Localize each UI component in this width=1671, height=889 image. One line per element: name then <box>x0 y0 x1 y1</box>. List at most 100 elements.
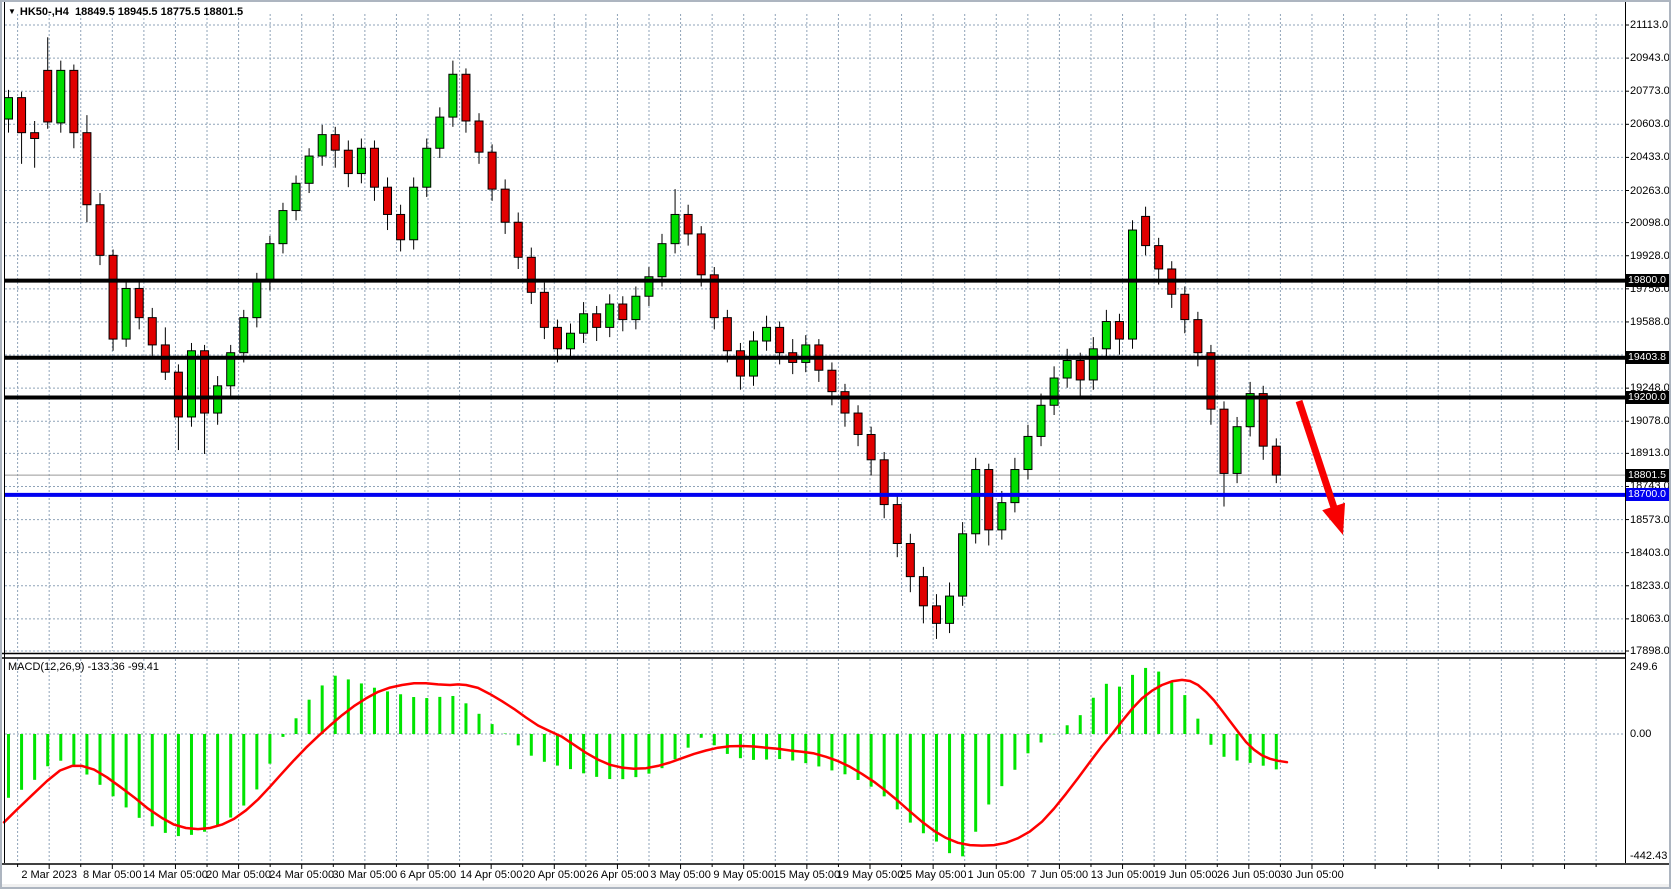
candle-down <box>985 470 993 530</box>
macd-histogram-bar <box>1236 734 1239 761</box>
macd-histogram-bar <box>229 734 232 818</box>
macd-histogram-bar <box>1223 734 1226 757</box>
macd-histogram-bar <box>1013 734 1016 770</box>
price-line-badge-19200: 19200.0 <box>1626 391 1671 404</box>
candle-down <box>44 70 52 122</box>
price-axis-label: 19928.0 <box>1630 250 1670 262</box>
macd-histogram-bar <box>1183 695 1186 734</box>
macd-histogram-bar <box>830 734 833 770</box>
macd-histogram-bar <box>974 734 977 832</box>
macd-histogram-bar <box>7 734 10 798</box>
candle-up <box>959 534 967 596</box>
macd-histogram-bar <box>464 703 467 734</box>
candle-up <box>1233 427 1241 474</box>
candle-down <box>841 392 849 413</box>
macd-histogram-bar <box>451 696 454 734</box>
candle-up <box>763 327 771 341</box>
macd-histogram-bar <box>595 734 598 777</box>
candle-down <box>1194 320 1202 353</box>
candle-down <box>854 413 862 434</box>
macd-histogram-bar <box>478 714 481 734</box>
macd-histogram-bar <box>20 734 23 790</box>
candle-down <box>96 205 104 256</box>
macd-histogram-bar <box>1157 672 1160 734</box>
macd-histogram-bar <box>46 734 49 766</box>
candle-down <box>174 372 182 417</box>
current-price-badge: 18801.5 <box>1626 469 1671 482</box>
macd-histogram-bar <box>33 734 36 780</box>
candle-up <box>946 596 954 623</box>
symbol-dropdown-icon[interactable]: ▼ <box>8 6 16 18</box>
macd-histogram-bar <box>1000 734 1003 786</box>
price-axis-label: 18573.0 <box>1630 514 1670 526</box>
macd-histogram-bar <box>1170 683 1173 734</box>
price-axis-label: 20433.0 <box>1630 151 1670 163</box>
status-strip <box>2 884 1671 889</box>
candle-down <box>488 152 496 189</box>
candle-up <box>658 244 666 277</box>
candle-down <box>893 505 901 544</box>
candlestick-chart-canvas[interactable] <box>2 2 1671 889</box>
candle-down <box>109 255 117 339</box>
macd-histogram-bar <box>1105 684 1108 734</box>
candle-up <box>1024 436 1032 469</box>
macd-histogram-bar <box>386 691 389 734</box>
macd-histogram-bar <box>791 734 794 761</box>
candle-up <box>266 244 274 281</box>
candles-layer <box>5 37 1281 639</box>
macd-axis-max: 249.6 <box>1630 661 1658 673</box>
candle-up <box>580 314 588 333</box>
macd-histogram-bar <box>530 734 533 756</box>
candle-down <box>148 318 156 345</box>
macd-histogram-bar <box>987 734 990 804</box>
macd-histogram-bar <box>203 734 206 832</box>
candle-down <box>684 214 692 233</box>
candle-down <box>736 351 744 376</box>
candle-up <box>318 135 326 156</box>
macd-histogram-bar <box>177 734 180 836</box>
macd-histogram-bar <box>59 734 62 761</box>
macd-histogram-bar <box>543 734 546 762</box>
macd-histogram-bar <box>687 734 690 748</box>
price-axis-label: 19588.0 <box>1630 316 1670 328</box>
macd-histogram-bar <box>517 734 520 745</box>
macd-histogram-bar <box>98 734 101 785</box>
candle-up <box>5 98 13 119</box>
price-axis-label: 18913.0 <box>1630 447 1670 459</box>
candle-down <box>906 544 914 577</box>
candle-up <box>632 296 640 319</box>
macd-histogram-bar <box>295 718 298 734</box>
macd-histogram-bar <box>255 734 258 789</box>
chart-symbol-period: HK50-,H4 <box>20 6 69 18</box>
candle-up <box>292 183 300 210</box>
candle-up <box>671 214 679 243</box>
chart-window: ▼HK50-,H4 18849.5 18945.5 18775.5 18801.… <box>0 0 1671 889</box>
macd-histogram-bar <box>700 734 703 738</box>
candle-up <box>436 117 444 148</box>
macd-histogram-bar <box>661 734 664 768</box>
candle-down <box>540 292 548 327</box>
macd-histogram-bar <box>726 734 729 754</box>
macd-histogram-bar <box>438 697 441 734</box>
price-axis-label: 21113.0 <box>1630 19 1668 31</box>
candle-down <box>462 74 470 121</box>
macd-histogram-bar <box>1131 675 1134 734</box>
candle-up <box>240 318 248 353</box>
macd-histogram-bar <box>556 734 559 766</box>
macd-histogram-bar <box>425 698 428 734</box>
candle-up <box>567 333 575 349</box>
macd-histogram-bar <box>804 734 807 763</box>
macd-histogram-bar <box>360 683 363 734</box>
candle-down <box>619 304 627 320</box>
price-axis-label: 20773.0 <box>1630 85 1670 97</box>
candle-down <box>1259 394 1267 447</box>
candle-down <box>514 222 522 257</box>
time-axis-label: 30 Jun 05:00 <box>1267 869 1357 881</box>
candle-up <box>357 148 365 173</box>
macd-histogram-bar <box>1026 734 1029 753</box>
candle-down <box>1142 216 1150 245</box>
candle-down <box>135 288 143 317</box>
candle-down <box>83 133 91 205</box>
macd-histogram-bar <box>504 733 507 734</box>
candle-down <box>593 314 601 328</box>
